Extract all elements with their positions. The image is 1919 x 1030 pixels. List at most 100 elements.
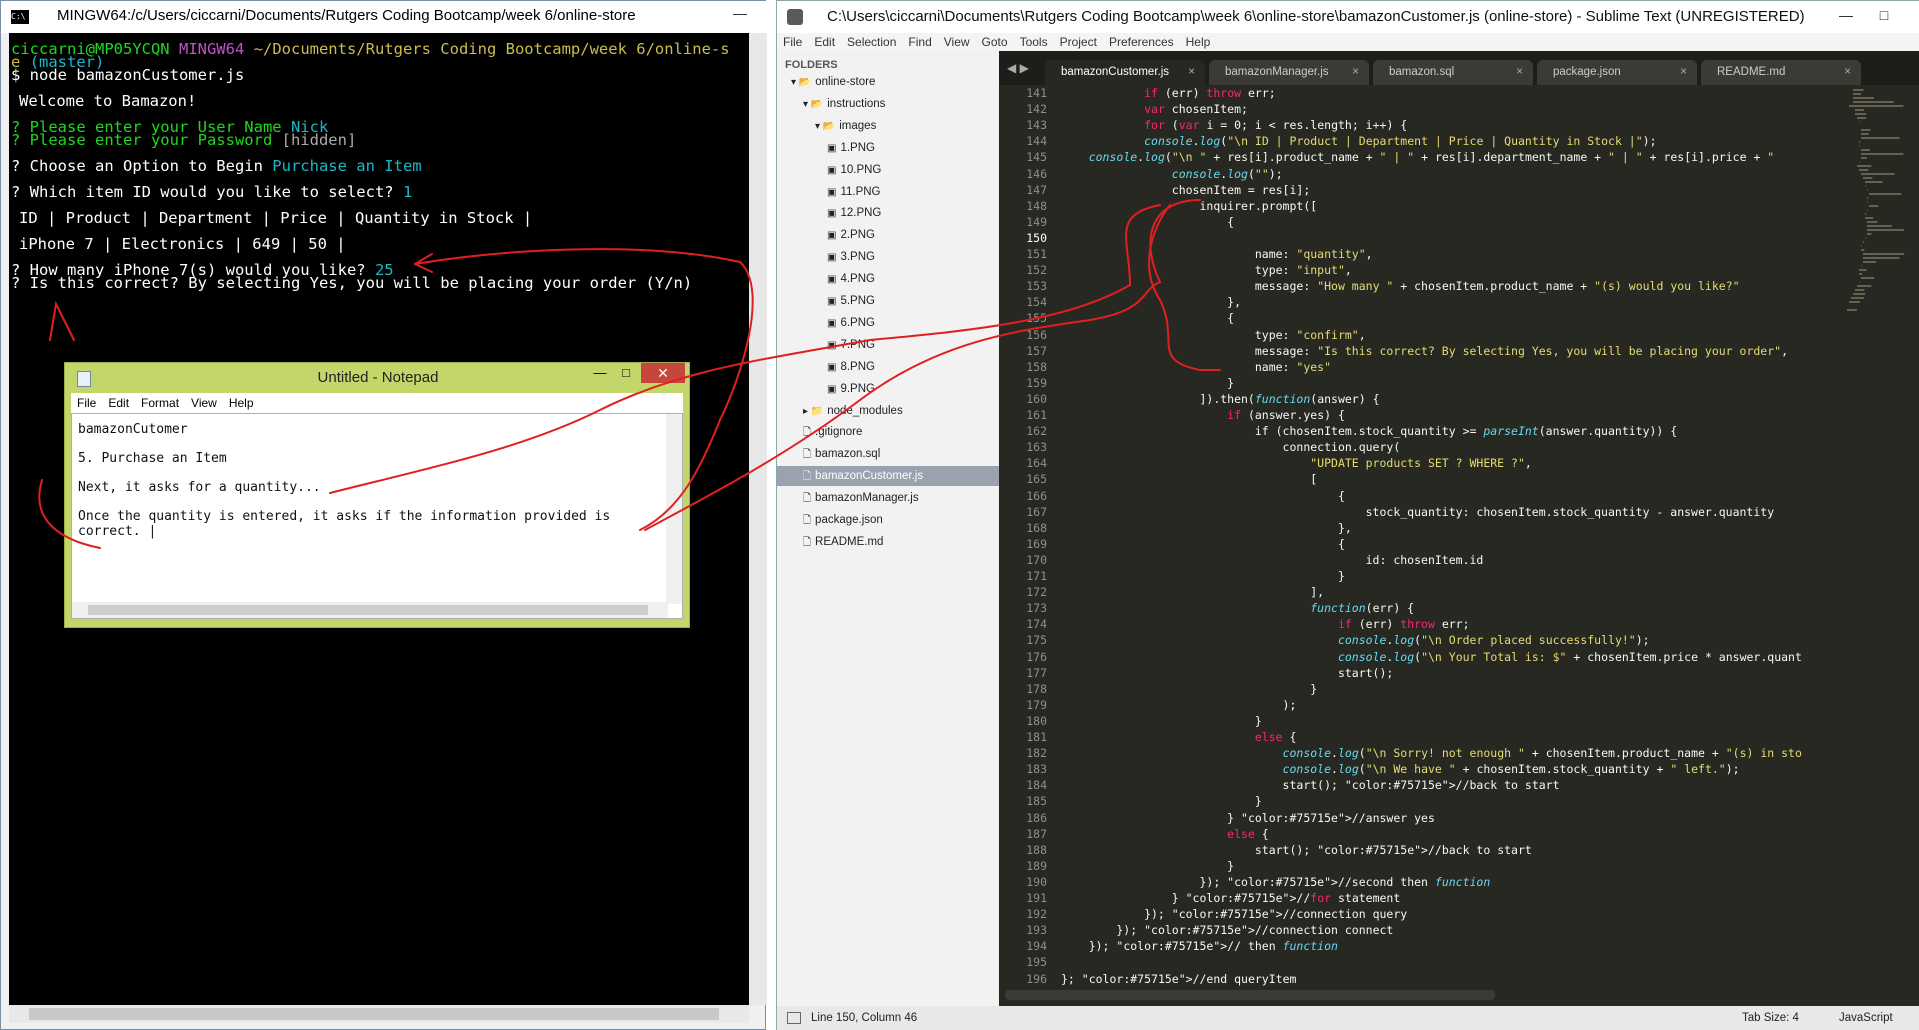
- panel-toggle-icon[interactable]: [787, 1012, 801, 1024]
- sidebar[interactable]: FOLDERS ▾ 📂 online-store ▾ 📂 instructions ▾ …: [777, 51, 999, 1006]
- line-number: 150: [1026, 230, 1047, 245]
- code-line: }: [1061, 713, 1262, 728]
- menu-file[interactable]: File: [783, 35, 802, 49]
- sidebar-item[interactable]: ▣ 1.PNG: [777, 138, 999, 158]
- close-button[interactable]: ✕: [641, 363, 685, 383]
- line-number: 186: [1026, 810, 1047, 825]
- close-icon[interactable]: ×: [1352, 60, 1359, 85]
- tab-readme-md[interactable]: README.md ×: [1701, 60, 1861, 85]
- menu-goto[interactable]: Goto: [982, 35, 1008, 49]
- sidebar-item[interactable]: ▸ 📁 node_modules: [777, 401, 999, 421]
- sidebar-item-label: bamazonCustomer.js: [815, 470, 924, 483]
- line-number: 141: [1026, 86, 1047, 100]
- terminal-vscrollbar[interactable]: [749, 33, 767, 1005]
- notepad-hscroll-thumb[interactable]: [88, 605, 648, 615]
- tab-bamazonmanager-js[interactable]: bamazonManager.js ×: [1209, 60, 1369, 85]
- code-area[interactable]: if (err) throw err; var chosenItem; for …: [1061, 85, 1841, 990]
- sidebar-item[interactable]: ▾ 📂 online-store: [777, 72, 999, 92]
- minimap-line: [1849, 105, 1904, 107]
- code-line: }: [1061, 858, 1235, 873]
- code-line: if (err) throw err;: [1337, 617, 1470, 632]
- sidebar-item[interactable]: ▾ 📂 images: [777, 116, 999, 136]
- terminal-hscrollbar[interactable]: [9, 1005, 749, 1023]
- status-language[interactable]: JavaScript: [1839, 1012, 1893, 1024]
- tab-bamazoncustomer-js[interactable]: bamazonCustomer.js ×: [1045, 60, 1205, 85]
- sidebar-item[interactable]: 🗋 bamazonCustomer.js: [777, 466, 999, 487]
- sidebar-item[interactable]: ▣ 2.PNG: [777, 225, 999, 245]
- sidebar-item[interactable]: ▣ 12.PNG: [777, 203, 999, 223]
- code-line: type: "confirm",: [1061, 327, 1366, 342]
- maximize-button[interactable]: □: [613, 365, 639, 383]
- sidebar-item[interactable]: 🗋 README.md: [777, 532, 999, 552]
- sidebar-item[interactable]: 🗋 bamazon.sql: [777, 444, 999, 464]
- code-line: console.log("\n " + res[i].product_name …: [1088, 150, 1775, 165]
- folder-open-icon: ▾ 📂: [803, 98, 824, 110]
- sidebar-item[interactable]: ▣ 9.PNG: [777, 379, 999, 399]
- tab-bar[interactable]: ◀ ▶ bamazonCustomer.js × bamazonManager.js…: [999, 51, 1919, 85]
- editor[interactable]: ◀ ▶ bamazonCustomer.js × bamazonManager.js…: [999, 51, 1919, 1006]
- minimap-line: [1859, 121, 1860, 123]
- image-file-icon: ▣: [827, 164, 837, 176]
- tab-nav-arrows[interactable]: ◀ ▶: [1007, 61, 1029, 75]
- sublime-window[interactable]: C:\Users\ciccarni\Documents\Rutgers Codi…: [776, 0, 1919, 1030]
- notepad-menu-file[interactable]: File: [77, 396, 96, 410]
- menu-selection[interactable]: Selection: [847, 35, 896, 49]
- a-option: Purchase an Item: [272, 157, 422, 175]
- sidebar-item[interactable]: 🗋 bamazonManager.js: [777, 488, 999, 508]
- menu-tools[interactable]: Tools: [1020, 35, 1048, 49]
- close-icon[interactable]: ×: [1680, 60, 1687, 85]
- menu-view[interactable]: View: [944, 35, 970, 49]
- q-option: ? Choose an Option to Begin: [11, 157, 273, 175]
- minimap-line: [1861, 277, 1875, 279]
- minimap-line: [1859, 169, 1869, 171]
- notepad-menu-edit[interactable]: Edit: [108, 396, 129, 410]
- sublime-titlebar[interactable]: C:\Users\ciccarni\Documents\Rutgers Codi…: [777, 1, 1919, 33]
- sidebar-item[interactable]: ▣ 5.PNG: [777, 291, 999, 311]
- notepad-menu-format[interactable]: Format: [141, 396, 179, 410]
- tab-bamazon-sql[interactable]: bamazon.sql ×: [1373, 60, 1533, 85]
- menu-preferences[interactable]: Preferences: [1109, 35, 1174, 49]
- menu-help[interactable]: Help: [1186, 35, 1211, 49]
- minimize-button[interactable]: —: [723, 3, 757, 25]
- sidebar-item[interactable]: ▣ 6.PNG: [777, 313, 999, 333]
- minimap-line: [1869, 193, 1902, 195]
- notepad-vscrollbar[interactable]: [666, 414, 682, 604]
- sidebar-item[interactable]: ▣ 4.PNG: [777, 269, 999, 289]
- notepad-menu-view[interactable]: View: [191, 396, 217, 410]
- close-icon[interactable]: ×: [1188, 60, 1195, 85]
- status-tab-size[interactable]: Tab Size: 4: [1742, 1012, 1799, 1024]
- notepad-window[interactable]: Untitled - Notepad — □ ✕ File Edit Format V…: [64, 362, 690, 628]
- menu-find[interactable]: Find: [908, 35, 931, 49]
- tab-package-json[interactable]: package.json ×: [1537, 60, 1697, 85]
- sidebar-item[interactable]: ▣ 11.PNG: [777, 182, 999, 202]
- sidebar-item[interactable]: ▣ 8.PNG: [777, 357, 999, 377]
- minimap-line: [1863, 241, 1865, 243]
- sidebar-item[interactable]: ▣ 3.PNG: [777, 247, 999, 267]
- tab-label: README.md: [1717, 66, 1786, 78]
- notepad-menu-help[interactable]: Help: [229, 396, 254, 410]
- minimap-line: [1865, 237, 1866, 239]
- close-icon[interactable]: ×: [1516, 60, 1523, 85]
- sidebar-item[interactable]: ▣ 10.PNG: [777, 160, 999, 180]
- sidebar-item[interactable]: ▾ 📂 instructions: [777, 94, 999, 114]
- terminal-titlebar[interactable]: C:\ MINGW64:/c/Users/ciccarni/Documents/…: [1, 1, 767, 33]
- code-line: [: [1061, 472, 1318, 487]
- close-icon[interactable]: ×: [1844, 60, 1851, 85]
- notepad-hscrollbar[interactable]: [72, 602, 668, 618]
- sidebar-item[interactable]: 🗋 .gitignore: [777, 422, 999, 442]
- sidebar-item-label: node_modules: [827, 404, 903, 417]
- sidebar-item[interactable]: ▣ 7.PNG: [777, 335, 999, 355]
- minimize-button[interactable]: —: [1829, 5, 1863, 27]
- menu-project[interactable]: Project: [1060, 35, 1097, 49]
- editor-hscroll-thumb[interactable]: [1005, 990, 1495, 1000]
- minimize-button[interactable]: —: [587, 365, 613, 383]
- maximize-button[interactable]: □: [1867, 5, 1901, 27]
- line-number: 163: [1026, 440, 1047, 455]
- terminal-welcome: Welcome to Bamazon!: [19, 92, 197, 110]
- minimap[interactable]: [1841, 85, 1919, 990]
- notepad-text-area[interactable]: bamazonCutomer 5. Purchase an Item Next, i…: [71, 413, 683, 619]
- sidebar-item[interactable]: 🗋 package.json: [777, 510, 999, 530]
- menu-edit[interactable]: Edit: [814, 35, 835, 49]
- line-number: 143: [1026, 118, 1047, 133]
- terminal-hscroll-thumb[interactable]: [29, 1008, 719, 1020]
